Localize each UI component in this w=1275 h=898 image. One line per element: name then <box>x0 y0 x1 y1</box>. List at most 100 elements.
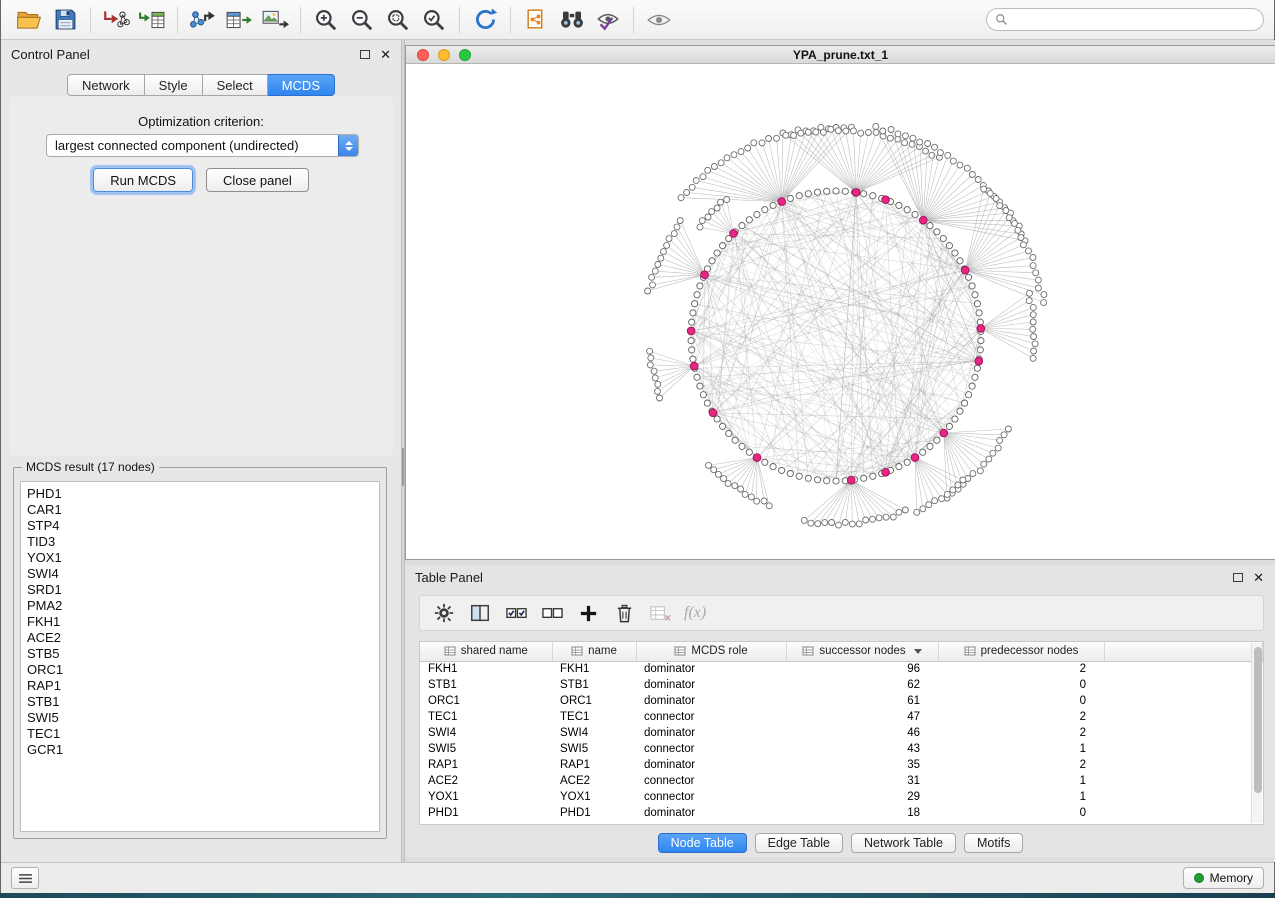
cell-predecessor-nodes[interactable]: 0 <box>938 693 1104 709</box>
panel-menu-button[interactable] <box>11 867 39 889</box>
deselect-all-button[interactable] <box>536 598 568 628</box>
criterion-dropdown[interactable]: largest connected component (undirected) <box>46 134 359 157</box>
table-row[interactable]: STB1 STB1 dominator 62 0 <box>420 677 1263 693</box>
column-header-name[interactable]: name <box>552 642 636 661</box>
mcds-result-item[interactable]: PMA2 <box>27 598 379 614</box>
cell-shared-name[interactable]: PHD1 <box>420 805 552 821</box>
cell-mcds-role[interactable]: connector <box>636 709 786 725</box>
cell-shared-name[interactable]: SWI5 <box>420 741 552 757</box>
cell-mcds-role[interactable]: dominator <box>636 661 786 677</box>
search-input[interactable] <box>1013 13 1255 27</box>
cell-predecessor-nodes[interactable]: 1 <box>938 741 1104 757</box>
mcds-result-item[interactable]: ORC1 <box>27 662 379 678</box>
table-row[interactable]: PHD1 PHD1 dominator 18 0 <box>420 805 1263 821</box>
cell-successor-nodes[interactable]: 46 <box>786 725 938 741</box>
memory-button[interactable]: Memory <box>1183 867 1264 889</box>
cell-name[interactable]: RAP1 <box>552 757 636 773</box>
column-header-mcds-role[interactable]: MCDS role <box>636 642 786 661</box>
mcds-result-item[interactable]: TEC1 <box>27 726 379 742</box>
cell-shared-name[interactable]: STB1 <box>420 677 552 693</box>
zoom-fit-button[interactable] <box>380 3 416 37</box>
cell-mcds-role[interactable]: dominator <box>636 725 786 741</box>
dropdown-stepper-icon[interactable] <box>338 135 358 156</box>
run-mcds-button[interactable]: Run MCDS <box>93 168 193 192</box>
mcds-result-item[interactable]: ACE2 <box>27 630 379 646</box>
add-column-button[interactable] <box>572 598 604 628</box>
cell-name[interactable]: ACE2 <box>552 773 636 789</box>
cell-shared-name[interactable]: TEC1 <box>420 709 552 725</box>
import-network-button[interactable] <box>98 3 134 37</box>
cell-predecessor-nodes[interactable]: 0 <box>938 805 1104 821</box>
table-settings-button[interactable] <box>428 598 460 628</box>
tab-mcds[interactable]: MCDS <box>268 74 335 96</box>
mcds-result-item[interactable]: SWI5 <box>27 710 379 726</box>
cell-name[interactable]: SWI4 <box>552 725 636 741</box>
cell-successor-nodes[interactable]: 29 <box>786 789 938 805</box>
refresh-view-button[interactable] <box>467 3 503 37</box>
cell-mcds-role[interactable]: connector <box>636 773 786 789</box>
hide-selected-button[interactable] <box>590 3 626 37</box>
cell-name[interactable]: FKH1 <box>552 661 636 677</box>
zoom-out-button[interactable] <box>344 3 380 37</box>
mcds-result-item[interactable]: TID3 <box>27 534 379 550</box>
column-header-predecessor-nodes[interactable]: predecessor nodes <box>938 642 1104 661</box>
cell-mcds-role[interactable]: dominator <box>636 693 786 709</box>
export-table-button[interactable] <box>221 3 257 37</box>
zoom-selected-button[interactable] <box>416 3 452 37</box>
table-row[interactable]: ORC1 ORC1 dominator 61 0 <box>420 693 1263 709</box>
zoom-in-button[interactable] <box>308 3 344 37</box>
splitter-grip-icon[interactable] <box>402 448 404 486</box>
show-all-button[interactable] <box>641 3 677 37</box>
tab-style[interactable]: Style <box>145 74 203 96</box>
open-file-button[interactable] <box>11 3 47 37</box>
cell-successor-nodes[interactable]: 47 <box>786 709 938 725</box>
cell-predecessor-nodes[interactable]: 2 <box>938 757 1104 773</box>
cell-shared-name[interactable]: FKH1 <box>420 661 552 677</box>
column-header-successor-nodes[interactable]: successor nodes <box>786 642 938 661</box>
select-all-button[interactable] <box>500 598 532 628</box>
save-session-button[interactable] <box>47 3 83 37</box>
mcds-result-item[interactable]: RAP1 <box>27 678 379 694</box>
mcds-result-item[interactable]: STB1 <box>27 694 379 710</box>
tab-network-table[interactable]: Network Table <box>851 833 956 853</box>
tab-node-table[interactable]: Node Table <box>658 833 747 853</box>
cell-mcds-role[interactable]: dominator <box>636 677 786 693</box>
table-row[interactable]: TEC1 TEC1 connector 47 2 <box>420 709 1263 725</box>
cell-mcds-role[interactable]: connector <box>636 789 786 805</box>
show-columns-button[interactable] <box>464 598 496 628</box>
mcds-result-item[interactable]: PHD1 <box>27 486 379 502</box>
table-row[interactable]: FKH1 FKH1 dominator 96 2 <box>420 661 1263 677</box>
table-row[interactable]: YOX1 YOX1 connector 29 1 <box>420 789 1263 805</box>
tab-edge-table[interactable]: Edge Table <box>755 833 843 853</box>
float-table-panel-icon[interactable] <box>1233 573 1243 582</box>
tab-motifs[interactable]: Motifs <box>964 833 1023 853</box>
find-button[interactable] <box>554 3 590 37</box>
mcds-result-item[interactable]: YOX1 <box>27 550 379 566</box>
close-panel-icon[interactable]: ✕ <box>380 48 391 61</box>
search-box[interactable] <box>986 8 1264 31</box>
cell-name[interactable]: STB1 <box>552 677 636 693</box>
cell-successor-nodes[interactable]: 18 <box>786 805 938 821</box>
cell-name[interactable]: YOX1 <box>552 789 636 805</box>
mcds-result-item[interactable]: STB5 <box>27 646 379 662</box>
cell-name[interactable]: ORC1 <box>552 693 636 709</box>
export-network-button[interactable] <box>185 3 221 37</box>
network-canvas[interactable] <box>406 64 1275 559</box>
table-row[interactable]: SWI5 SWI5 connector 43 1 <box>420 741 1263 757</box>
table-scrollbar[interactable] <box>1251 643 1262 823</box>
cell-shared-name[interactable]: ACE2 <box>420 773 552 789</box>
cell-name[interactable]: PHD1 <box>552 805 636 821</box>
cell-predecessor-nodes[interactable]: 1 <box>938 789 1104 805</box>
column-header-shared-name[interactable]: shared name <box>420 642 552 661</box>
cell-successor-nodes[interactable]: 61 <box>786 693 938 709</box>
table-row[interactable]: ACE2 ACE2 connector 31 1 <box>420 773 1263 789</box>
table-scrollbar-thumb[interactable] <box>1254 647 1262 793</box>
cell-name[interactable]: SWI5 <box>552 741 636 757</box>
mcds-result-item[interactable]: FKH1 <box>27 614 379 630</box>
cell-predecessor-nodes[interactable]: 2 <box>938 725 1104 741</box>
import-table-button[interactable] <box>134 3 170 37</box>
delete-column-button[interactable] <box>608 598 640 628</box>
mcds-result-list[interactable]: PHD1 CAR1 STP4 TID3 YOX1 SWI4 SRD1 PMA2 <box>20 481 380 832</box>
cell-mcds-role[interactable]: connector <box>636 741 786 757</box>
cell-shared-name[interactable]: RAP1 <box>420 757 552 773</box>
